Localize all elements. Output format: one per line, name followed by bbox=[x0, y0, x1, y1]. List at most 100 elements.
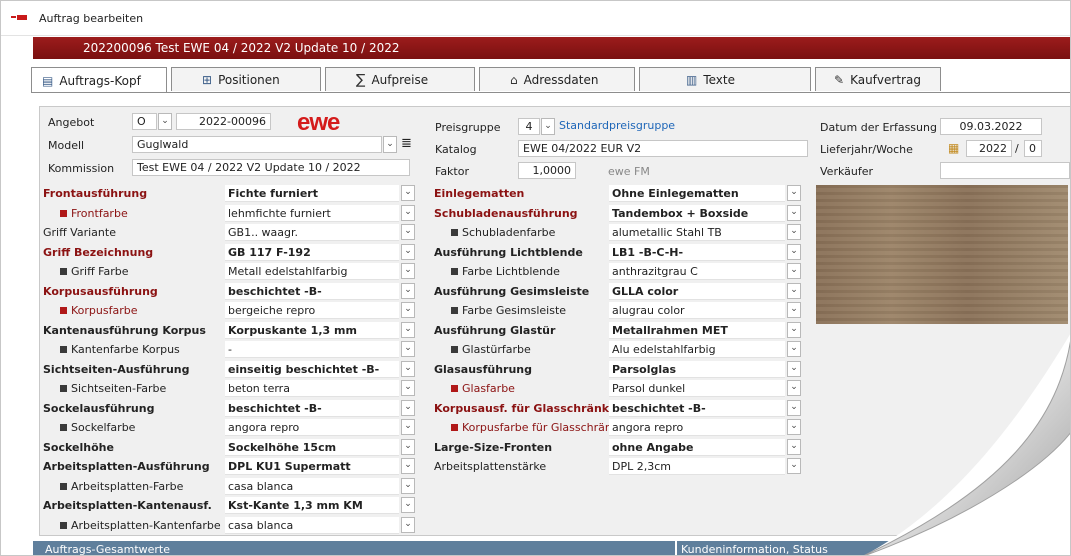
right-value[interactable]: Parsol dunkel bbox=[609, 380, 785, 397]
right-row: Arbeitsplattenstärke DPL 2,3cm ⌄ bbox=[431, 457, 801, 476]
right-label-cell: Ausführung Glastür bbox=[434, 324, 555, 337]
chevron-down-icon[interactable]: ⌄ bbox=[401, 380, 415, 396]
angebot-type-dropdown[interactable]: ⌄ bbox=[158, 113, 172, 130]
chevron-down-icon[interactable]: ⌄ bbox=[787, 185, 801, 201]
tab-texte[interactable]: ▥ Texte bbox=[639, 67, 811, 91]
chevron-down-icon[interactable]: ⌄ bbox=[787, 360, 801, 377]
chevron-down-icon[interactable]: ⌄ bbox=[401, 224, 415, 240]
chevron-down-icon[interactable]: ⌄ bbox=[401, 341, 415, 357]
chevron-down-icon[interactable]: ⌄ bbox=[401, 263, 415, 279]
right-value[interactable]: angora repro bbox=[609, 419, 785, 436]
tab-adressdaten[interactable]: ⌂ Adressdaten bbox=[479, 67, 635, 91]
chevron-down-icon[interactable]: ⌄ bbox=[401, 243, 415, 260]
tab-positionen[interactable]: ⊞ Positionen bbox=[171, 67, 321, 91]
chevron-down-icon[interactable]: ⌄ bbox=[401, 516, 415, 533]
left-label-cell: Arbeitsplatten-Ausführung bbox=[43, 460, 210, 473]
left-value[interactable]: Fichte furniert bbox=[225, 185, 399, 202]
left-value[interactable]: Metall edelstahlfarbig bbox=[225, 263, 399, 280]
chevron-down-icon[interactable]: ⌄ bbox=[787, 341, 801, 357]
lieferjahr-field[interactable]: 2022 bbox=[966, 140, 1012, 157]
ewe-logo: ewe bbox=[297, 109, 340, 136]
chevron-down-icon[interactable]: ⌄ bbox=[787, 380, 801, 396]
left-value[interactable]: einseitig beschichtet -B- bbox=[225, 360, 399, 378]
left-value[interactable]: GB 117 F-192 bbox=[225, 243, 399, 261]
left-value[interactable]: Kst-Kante 1,3 mm KM bbox=[225, 497, 399, 514]
chevron-down-icon[interactable]: ⌄ bbox=[787, 243, 801, 260]
right-value[interactable]: ohne Angabe bbox=[609, 438, 785, 456]
preisgruppe-field[interactable]: 4 bbox=[518, 118, 540, 135]
left-value[interactable]: Sockelhöhe 15cm bbox=[225, 438, 399, 456]
chevron-down-icon[interactable]: ⌄ bbox=[401, 458, 415, 474]
footer-customer-info[interactable]: Kundeninformation, Status bbox=[681, 543, 828, 555]
left-value[interactable]: - bbox=[225, 341, 399, 358]
faktor-field[interactable]: 1,0000 bbox=[518, 162, 576, 179]
chevron-down-icon[interactable]: ⌄ bbox=[401, 321, 415, 338]
preisgruppe-label: Preisgruppe bbox=[435, 121, 501, 134]
chevron-down-icon[interactable]: ⌄ bbox=[787, 302, 801, 318]
left-value[interactable]: bergeiche repro bbox=[225, 302, 399, 319]
angebot-type-field[interactable]: O bbox=[132, 113, 157, 130]
chevron-down-icon[interactable]: ⌄ bbox=[787, 399, 801, 416]
preisgruppe-dropdown[interactable]: ⌄ bbox=[541, 118, 555, 135]
chevron-down-icon[interactable]: ⌄ bbox=[787, 321, 801, 338]
left-value[interactable]: GB1.. waagr. bbox=[225, 224, 399, 241]
left-value[interactable]: DPL KU1 Supermatt bbox=[225, 458, 399, 475]
chevron-down-icon[interactable]: ⌄ bbox=[787, 204, 801, 221]
chevron-down-icon[interactable]: ⌄ bbox=[401, 419, 415, 435]
right-value[interactable]: GLLA color bbox=[609, 282, 785, 300]
edit-marker-icon bbox=[451, 229, 458, 236]
right-value[interactable]: Parsolglas bbox=[609, 360, 785, 378]
modell-field[interactable]: Guglwald bbox=[132, 136, 382, 153]
right-value[interactable]: Alu edelstahlfarbig bbox=[609, 341, 785, 358]
left-value[interactable]: Korpuskante 1,3 mm bbox=[225, 321, 399, 339]
right-value[interactable]: beschichtet -B- bbox=[609, 399, 785, 417]
verkaeufer-field[interactable] bbox=[940, 162, 1070, 179]
tab-auftrags-kopf[interactable]: ▤ Auftrags-Kopf bbox=[31, 67, 167, 93]
chevron-down-icon[interactable]: ⌄ bbox=[787, 458, 801, 474]
tab-kaufvertrag[interactable]: ✎ Kaufvertrag bbox=[815, 67, 941, 91]
chevron-down-icon[interactable]: ⌄ bbox=[401, 204, 415, 221]
right-value[interactable]: anthrazitgrau C bbox=[609, 263, 785, 280]
left-value[interactable]: casa blanca bbox=[225, 516, 399, 534]
chevron-down-icon[interactable]: ⌄ bbox=[401, 399, 415, 416]
lieferwoche-field[interactable]: 0 bbox=[1024, 140, 1042, 157]
right-value[interactable]: LB1 -B-C-H- bbox=[609, 243, 785, 261]
chevron-down-icon[interactable]: ⌄ bbox=[787, 263, 801, 279]
calendar-icon[interactable]: ▦ bbox=[948, 141, 959, 155]
chevron-down-icon[interactable]: ⌄ bbox=[401, 302, 415, 318]
modell-list-icon[interactable]: ≣ bbox=[401, 136, 412, 151]
tab-aufpreise[interactable]: ∑ Aufpreise bbox=[325, 67, 475, 91]
chevron-down-icon[interactable]: ⌄ bbox=[401, 185, 415, 201]
left-row: Frontfarbe lehmfichte furniert ⌄ bbox=[40, 204, 415, 223]
chevron-down-icon[interactable]: ⌄ bbox=[787, 438, 801, 455]
right-value[interactable]: Tandembox + Boxside bbox=[609, 204, 785, 222]
chevron-down-icon[interactable]: ⌄ bbox=[401, 438, 415, 455]
chevron-down-icon[interactable]: ⌄ bbox=[401, 477, 415, 494]
angebot-number-field[interactable]: 2022-00096 bbox=[176, 113, 271, 130]
chevron-down-icon[interactable]: ⌄ bbox=[401, 497, 415, 513]
lieferjahr-separator: / bbox=[1015, 142, 1019, 155]
footer-totals[interactable]: Auftrags-Gesamtwerte bbox=[45, 543, 170, 555]
kommission-field[interactable]: Test EWE 04 / 2022 V2 Update 10 / 2022 bbox=[132, 159, 410, 176]
left-value[interactable]: beton terra bbox=[225, 380, 399, 397]
left-value[interactable]: beschichtet -B- bbox=[225, 399, 399, 417]
right-value[interactable]: Metallrahmen MET bbox=[609, 321, 785, 339]
left-value[interactable]: beschichtet -B- bbox=[225, 282, 399, 300]
chevron-down-icon[interactable]: ⌄ bbox=[401, 360, 415, 377]
left-value[interactable]: angora repro bbox=[225, 419, 399, 436]
modell-dropdown[interactable]: ⌄ bbox=[383, 136, 397, 153]
footer-bar: Auftrags-Gesamtwerte Kundeninformation, … bbox=[33, 541, 1070, 555]
right-value[interactable]: DPL 2,3cm bbox=[609, 458, 785, 475]
chevron-down-icon[interactable]: ⌄ bbox=[401, 282, 415, 299]
chevron-down-icon[interactable]: ⌄ bbox=[787, 282, 801, 299]
left-value[interactable]: casa blanca bbox=[225, 477, 399, 495]
right-value[interactable]: Ohne Einlegematten bbox=[609, 185, 785, 202]
right-value[interactable]: alumetallic Stahl TB bbox=[609, 224, 785, 241]
right-value[interactable]: alugrau color bbox=[609, 302, 785, 319]
chevron-down-icon[interactable]: ⌄ bbox=[787, 419, 801, 435]
katalog-field[interactable]: EWE 04/2022 EUR V2 bbox=[518, 140, 808, 157]
chevron-down-icon[interactable]: ⌄ bbox=[787, 224, 801, 240]
left-value[interactable]: lehmfichte furniert bbox=[225, 204, 399, 222]
datum-field[interactable]: 09.03.2022 bbox=[940, 118, 1042, 135]
left-label-cell: Arbeitsplatten-Kantenfarbe bbox=[60, 519, 221, 532]
